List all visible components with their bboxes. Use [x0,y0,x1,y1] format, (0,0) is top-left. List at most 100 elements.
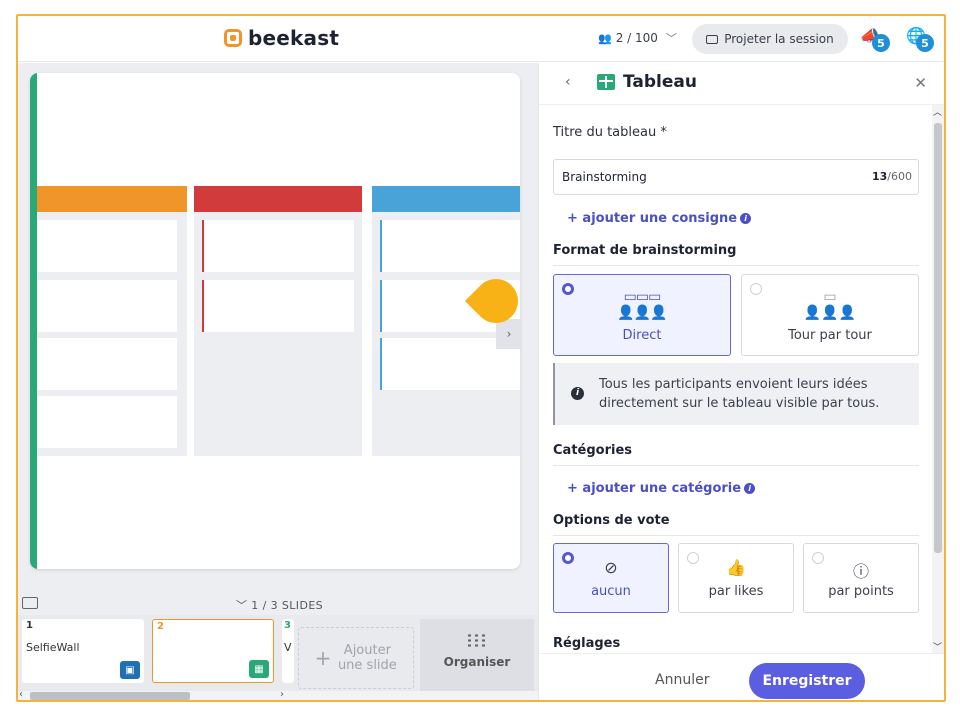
slide-number: 1 [26,620,33,631]
format-section-title: Format de brainstorming [553,243,737,258]
project-session-label: Projeter la session [724,32,834,46]
top-bar: beekast 👥 2 / 100 ﹀ Projeter la session … [18,16,944,62]
app-frame: beekast 👥 2 / 100 ﹀ Projeter la session … [16,14,946,702]
vote-option-label: par likes [708,584,764,599]
column-header [37,186,187,212]
slides-counter-label: 1 / 3 SLIDES [251,599,324,612]
slide-preview-area: › [18,63,538,593]
board-card [37,280,177,332]
column-header [372,186,520,212]
format-turn-option[interactable]: ▭ 👤👤👤 Tour par tour [741,274,919,356]
vertical-scrollbar[interactable]: ︿ ﹀ [932,105,944,653]
organise-label: Organiser [443,655,511,669]
screen-icon [706,34,719,44]
title-field-label: Titre du tableau * [553,125,667,140]
project-session-button[interactable]: Projeter la session [692,24,848,54]
participants-counter[interactable]: 👥 2 / 100 ﹀ [598,30,677,46]
slide-number: 2 [157,621,164,632]
format-info-box: i Tous les participants envoient leurs i… [553,363,919,425]
settings-section-title: Réglages [553,636,621,651]
scrollbar-thumb[interactable] [934,123,942,553]
title-char-count-value: 13 [871,170,888,183]
group-discussion-icon: ▭▭▭ 👤👤👤 [617,289,667,321]
add-category-label: + ajouter une catégorie [567,481,742,496]
chevron-down-icon: ﹀ [665,32,677,45]
board-card [37,338,177,390]
slide-preview [30,73,520,569]
title-input-value: Brainstorming [562,170,647,184]
format-option-label: Direct [622,328,662,343]
slide-number: 3 [284,620,291,631]
grid-icon [466,633,488,649]
panel-header: ‹ Tableau ✕ [539,63,944,105]
vote-option-label: par points [828,584,894,599]
vote-none-option[interactable]: ⊘ aucun [553,543,669,613]
board-card [202,280,354,332]
slides-strip-bar: ﹀ 1 / 3 SLIDES [18,593,538,615]
slide-title: SelfieWall [26,641,80,654]
board-card [380,220,520,272]
info-icon: i [740,213,752,224]
format-info-text: Tous les participants envoient leurs idé… [599,377,880,411]
selfie-icon: ▣ [120,661,140,679]
slide-thumbnail[interactable]: 1 SelfieWall ▣ [22,619,144,683]
scroll-down-icon[interactable]: ﹀ [933,640,942,653]
vote-likes-option[interactable]: 👍 par likes [678,543,794,613]
categories-section-title: Catégories [553,443,633,458]
language-badge: 5 [916,34,934,52]
divider [553,535,919,536]
add-category-link[interactable]: + ajouter une catégorie i [567,481,756,496]
format-option-label: Tour par tour [788,328,872,343]
cancel-button[interactable]: Annuler [655,672,709,688]
slide-accent-bar [30,73,37,569]
participants-count: 2 / 100 [615,31,658,45]
format-direct-option[interactable]: ▭▭▭ 👤👤👤 Direct [553,274,731,356]
add-instruction-link[interactable]: + ajouter une consigne i [567,211,752,226]
table-icon: ▦ [249,660,269,678]
scroll-right-icon[interactable]: › [280,689,284,700]
next-column-arrow[interactable]: › [496,319,522,349]
panel-footer: Annuler Enregistrer [539,653,944,700]
collapse-panel-icon[interactable] [22,597,38,609]
horizontal-scrollbar[interactable]: ‹ › [18,689,538,700]
info-icon: i [744,483,756,494]
add-slide-label: Ajouter une slide [337,643,397,673]
logo-text: beekast [248,26,340,50]
board-card [37,220,177,272]
divider [553,465,919,466]
vote-section-title: Options de vote [553,513,670,528]
prohibited-icon: ⊘ [604,558,618,577]
title-char-count: 13/600 [872,170,912,183]
slides-strip: 1 SelfieWall ▣ 2 ▦ 3 V + Ajouter une sli… [18,615,538,700]
vote-option-label: aucun [591,584,631,599]
slide-thumbnail[interactable]: 3 V [282,619,294,683]
panel-title-text: Tableau [623,72,697,92]
turn-based-icon: ▭ 👤👤👤 [803,289,857,321]
board-card [202,220,354,272]
board-card [37,396,177,448]
organise-button[interactable]: Organiser [420,619,534,691]
scroll-left-icon[interactable]: ‹ [19,689,23,700]
table-icon [597,74,615,90]
board-column [37,186,187,456]
beekast-logo-icon [224,29,242,47]
vote-points-option[interactable]: ⓘ par points [803,543,919,613]
scroll-up-icon[interactable]: ︿ [933,105,942,118]
beekast-logo[interactable]: beekast [224,26,339,50]
title-input[interactable]: Brainstorming 13/600 [553,159,919,195]
slide-thumbnail-active[interactable]: 2 ▦ [152,619,274,683]
notifications-badge: 5 [872,34,890,52]
column-header [194,186,362,212]
back-icon[interactable]: ‹ [565,74,571,90]
add-instruction-label: + ajouter une consigne [567,211,738,226]
close-icon[interactable]: ✕ [914,74,927,92]
save-button[interactable]: Enregistrer [749,663,865,699]
scrollbar-thumb[interactable] [30,692,190,700]
divider [553,265,919,266]
title-char-max: /600 [887,170,912,183]
slides-counter[interactable]: ﹀ 1 / 3 SLIDES [236,597,323,613]
points-icon: ⓘ [852,562,869,581]
add-slide-button[interactable]: + Ajouter une slide [298,627,414,689]
settings-panel: ‹ Tableau ✕ Titre du tableau * Brainstor… [538,63,944,700]
info-icon: i [571,387,584,400]
